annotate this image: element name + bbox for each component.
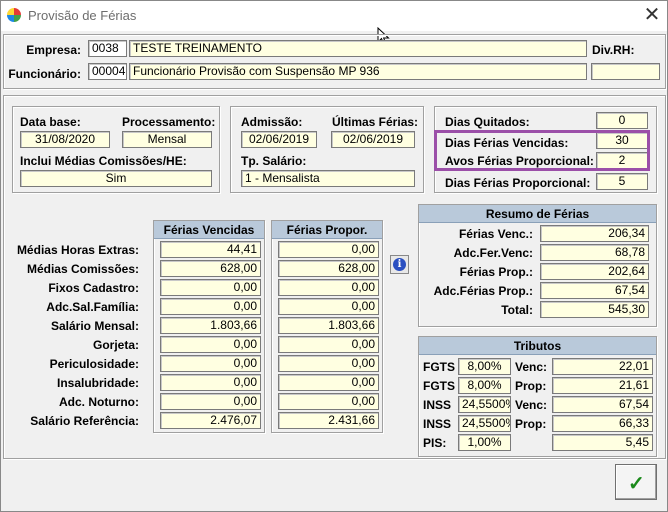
provisao-ferias-window: Provisão de Férias ✕ Empresa: 0038 TESTE… [0,0,668,512]
dias-ferias-proporcional-label: Dias Férias Proporcional: [445,176,591,190]
tributo-rate[interactable]: 24,5500% [458,415,511,432]
dias-quitados-label: Dias Quitados: [445,115,530,129]
tributo-kind: Prop: [515,417,547,431]
tributo-rate[interactable]: 8,00% [458,358,511,375]
processamento-label: Processamento: [122,115,216,129]
tp-salario-field[interactable]: 1 - Mensalista [241,170,415,187]
app-logo-icon [7,8,21,22]
resumo-row-label: Férias Prop.: [459,265,533,279]
tributos-header: Tributos [419,337,656,355]
tributo-label: INSS [423,417,452,431]
tributo-value[interactable]: 67,54 [552,396,653,413]
funcionario-name-field[interactable]: Funcionário Provisão com Suspensão MP 93… [129,63,587,80]
ultimas-ferias-label: Últimas Férias: [332,115,419,129]
medias-vencidas-value[interactable]: 2.476,07 [160,412,261,429]
resumo-row-label: Férias Venc.: [458,227,533,241]
checkmark-icon: ✓ [628,473,645,495]
empresa-label: Empresa: [26,43,81,57]
confirm-button[interactable]: ✓ [615,464,657,500]
medias-row-label: Adc.Sal.Família: [46,300,139,314]
medias-row-label: Fixos Cadastro: [48,281,139,295]
resumo-row-value[interactable]: 67,54 [540,282,649,299]
inclui-medias-label: Inclui Médias Comissões/HE: [20,154,187,168]
tributo-value[interactable]: 66,33 [552,415,653,432]
ultimas-ferias-field[interactable]: 02/06/2019 [331,131,415,148]
medias-propor-value[interactable]: 628,00 [278,260,379,277]
medias-propor-value[interactable]: 0,00 [278,355,379,372]
medias-vencidas-value[interactable]: 0,00 [160,355,261,372]
close-icon[interactable]: ✕ [641,4,663,26]
info-icon: i [393,258,406,271]
divrh-label: Div.RH: [592,43,635,57]
tributo-kind: Prop: [515,379,547,393]
admissao-field[interactable]: 02/06/2019 [241,131,317,148]
tributo-kind: Venc: [515,398,548,412]
medias-row-label: Médias Comissões: [26,262,139,276]
tributo-rate[interactable]: 24,5500% [458,396,511,413]
dias-quitados-field[interactable]: 0 [596,112,648,129]
data-base-label: Data base: [20,115,81,129]
tributo-value[interactable]: 5,45 [552,434,653,451]
tributo-rate[interactable]: 8,00% [458,377,511,394]
admissao-label: Admissão: [241,115,303,129]
dias-ferias-proporcional-field[interactable]: 5 [596,173,648,190]
empresa-code-field[interactable]: 0038 [88,40,127,57]
highlight-box [434,130,650,171]
medias-vencidas-value[interactable]: 0,00 [160,393,261,410]
medias-row-label: Salário Mensal: [50,319,139,333]
resumo-row-label: Total: [501,303,533,317]
medias-propor-value[interactable]: 0,00 [278,279,379,296]
divrh-field[interactable] [591,63,660,80]
medias-propor-value[interactable]: 0,00 [278,393,379,410]
resumo-row-value[interactable]: 68,78 [540,244,649,261]
resumo-row-value[interactable]: 545,30 [540,301,649,318]
medias-vencidas-value[interactable]: 0,00 [160,374,261,391]
medias-row-label: Gorjeta: [92,338,139,352]
medias-vencidas-value[interactable]: 0,00 [160,279,261,296]
inclui-medias-field[interactable]: Sim [20,170,212,187]
tributo-label: FGTS [423,379,455,393]
ferias-propor-header: Férias Propor. [272,221,382,239]
tributo-value[interactable]: 22,01 [552,358,653,375]
tributo-value[interactable]: 21,61 [552,377,653,394]
medias-vencidas-value[interactable]: 0,00 [160,336,261,353]
medias-propor-value[interactable]: 0,00 [278,374,379,391]
tributo-label: INSS [423,398,452,412]
medias-row-label: Adc. Noturno: [59,395,139,409]
empresa-name-field[interactable]: TESTE TREINAMENTO [129,40,587,57]
resumo-row-value[interactable]: 202,64 [540,263,649,280]
medias-propor-value[interactable]: 0,00 [278,336,379,353]
tributo-label: PIS: [423,436,447,450]
medias-vencidas-value[interactable]: 0,00 [160,298,261,315]
resumo-row-label: Adc.Fer.Venc: [453,246,533,260]
medias-row-label: Salário Referência: [30,414,139,428]
window-title: Provisão de Férias [28,8,137,23]
info-button[interactable]: i [390,255,409,274]
resumo-row-value[interactable]: 206,34 [540,225,649,242]
medias-propor-value[interactable]: 0,00 [278,241,379,258]
tributo-rate[interactable]: 1,00% [458,434,511,451]
tributo-label: FGTS [423,360,455,374]
medias-propor-value[interactable]: 1.803,66 [278,317,379,334]
medias-vencidas-value[interactable]: 1.803,66 [160,317,261,334]
resumo-row-label: Adc.Férias Prop.: [433,284,533,298]
resumo-header: Resumo de Férias [419,205,656,223]
medias-row-label: Insalubridade: [56,376,139,390]
medias-propor-value[interactable]: 0,00 [278,298,379,315]
data-base-field[interactable]: 31/08/2020 [20,131,110,148]
tributo-kind: Venc: [515,360,548,374]
funcionario-label: Funcionário: [8,67,81,81]
funcionario-code-field[interactable]: 00004 [88,63,127,80]
tp-salario-label: Tp. Salário: [241,154,307,168]
medias-vencidas-value[interactable]: 628,00 [160,260,261,277]
medias-row-label: Periculosidade: [49,357,139,371]
medias-row-label: Médias Horas Extras: [16,243,139,257]
ferias-vencidas-header: Férias Vencidas [154,221,264,239]
processamento-field[interactable]: Mensal [122,131,212,148]
medias-vencidas-value[interactable]: 44,41 [160,241,261,258]
medias-propor-value[interactable]: 2.431,66 [278,412,379,429]
title-bar: Provisão de Férias ✕ [1,1,667,31]
